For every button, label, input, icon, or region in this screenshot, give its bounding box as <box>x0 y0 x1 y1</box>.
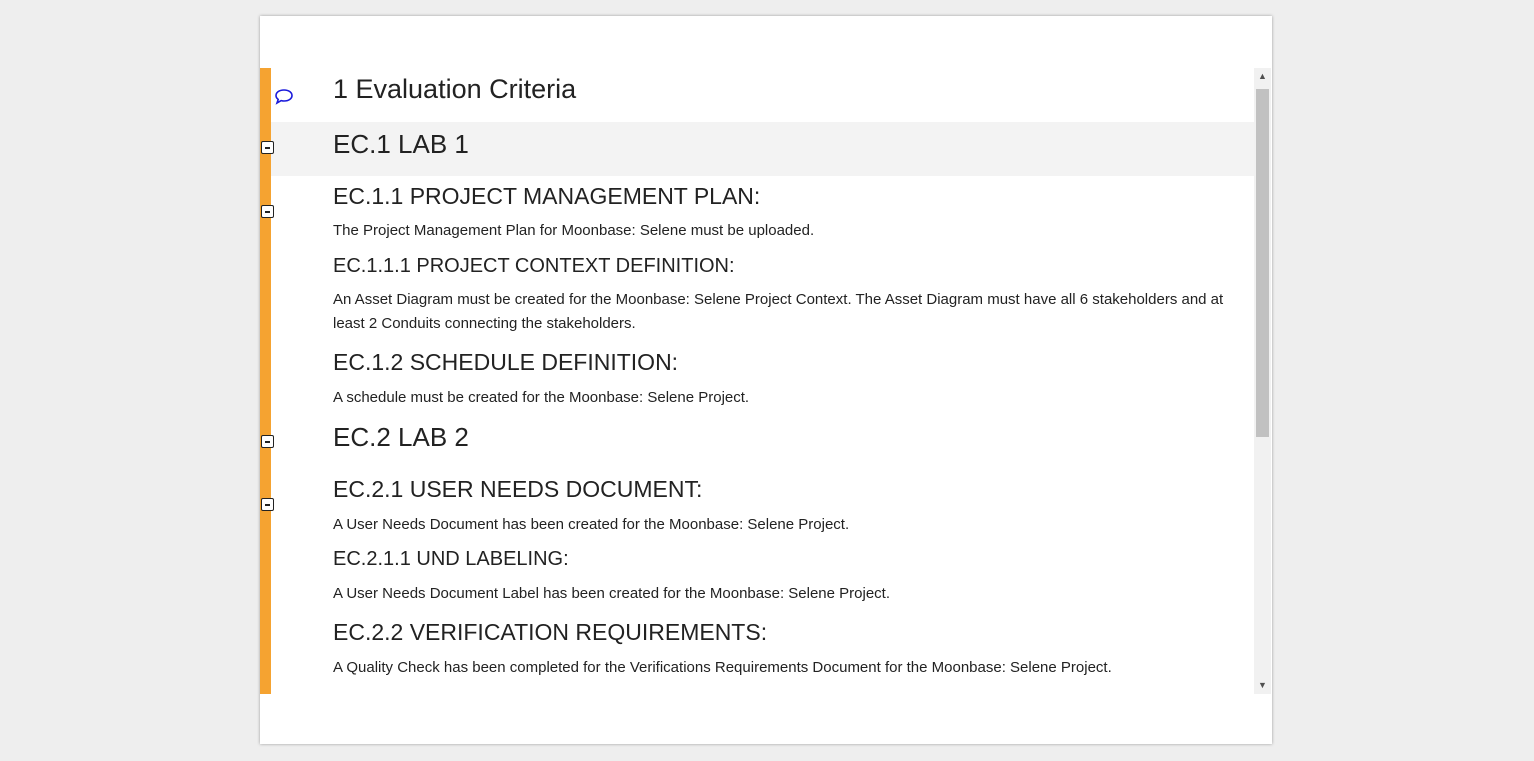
heading-project-management-plan: EC.1.1 PROJECT MANAGEMENT PLAN: <box>333 183 761 209</box>
scroll-down-arrow-icon[interactable]: ▼ <box>1254 677 1271 694</box>
heading-verification-requirements: EC.2.2 VERIFICATION REQUIREMENTS: <box>333 619 768 645</box>
heading-lab-2: EC.2 LAB 2 <box>333 422 469 452</box>
change-marker-bar <box>260 68 271 694</box>
collapse-toggle-icon[interactable] <box>261 498 274 511</box>
collapse-toggle-icon[interactable] <box>261 141 274 154</box>
heading-und-labeling: EC.2.1.1 UND LABELING: <box>333 548 569 570</box>
heading-project-context: EC.1.1.1 PROJECT CONTEXT DEFINITION: <box>333 255 735 277</box>
section-title: 1 Evaluation Criteria <box>333 74 577 104</box>
document-page: 1 Evaluation Criteria EC.1 LAB 1 EC.1.1 … <box>260 16 1272 744</box>
paragraph-schedule: A schedule must be created for the Moonb… <box>333 389 750 406</box>
paragraph-user-needs: A User Needs Document has been created f… <box>333 516 850 533</box>
heading-lab-1: EC.1 LAB 1 <box>333 129 469 159</box>
collapse-toggle-icon[interactable] <box>261 205 274 218</box>
paragraph-pmp: The Project Management Plan for Moonbase… <box>333 222 815 239</box>
paragraph-und-labeling: A User Needs Document Label has been cre… <box>333 585 890 602</box>
comment-icon[interactable] <box>274 87 294 105</box>
scroll-thumb[interactable] <box>1256 89 1269 437</box>
vertical-scrollbar[interactable]: ▲ ▼ <box>1254 68 1271 694</box>
paragraph-project-context: An Asset Diagram must be created for the… <box>333 291 1224 332</box>
heading-schedule-definition: EC.1.2 SCHEDULE DEFINITION: <box>333 349 679 375</box>
document-viewport[interactable]: 1 Evaluation Criteria EC.1 LAB 1 EC.1.1 … <box>260 68 1254 694</box>
paragraph-verification: A Quality Check has been completed for t… <box>333 659 1112 676</box>
heading-user-needs-document: EC.2.1 USER NEEDS DOCUMENT: <box>333 476 703 502</box>
collapse-toggle-icon[interactable] <box>261 435 274 448</box>
scroll-up-arrow-icon[interactable]: ▲ <box>1254 68 1271 85</box>
